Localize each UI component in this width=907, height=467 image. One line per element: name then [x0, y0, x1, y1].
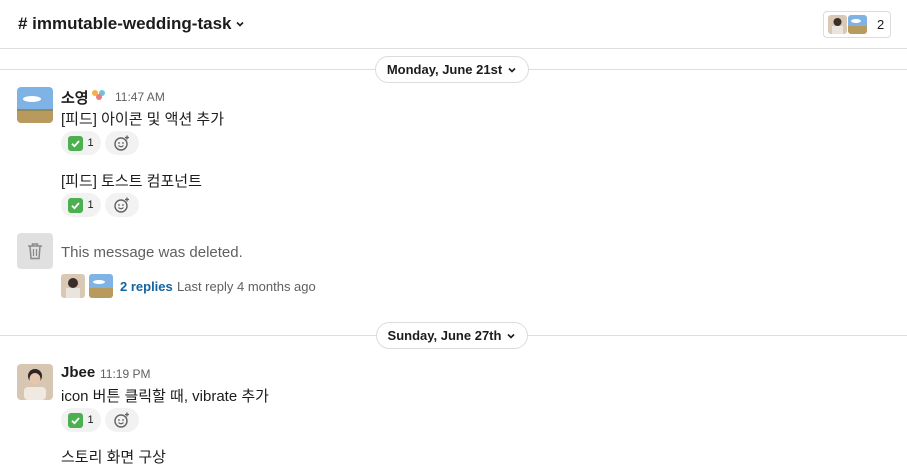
channel-name: # immutable-wedding-task	[18, 14, 232, 33]
day-divider-button[interactable]: Monday, June 21st	[375, 56, 529, 83]
status-emoji-icon	[92, 90, 105, 100]
check-mark-icon	[68, 197, 84, 213]
member-count: 2	[877, 17, 885, 32]
channel-name-button[interactable]: # immutable-wedding-task	[18, 14, 245, 34]
reaction-button[interactable]: 1	[61, 408, 101, 432]
message-text: icon 버튼 클릭할 때, vibrate 추가	[61, 388, 269, 405]
message-text: [피드] 토스트 컴포넌트	[61, 173, 202, 190]
avatar[interactable]	[17, 87, 53, 123]
reaction-button[interactable]: 1	[61, 131, 101, 155]
chevron-down-icon	[508, 67, 516, 73]
add-reaction-button[interactable]	[105, 131, 139, 155]
last-reply-text: Last reply 4 months ago	[177, 279, 316, 294]
message-text: 스토리 화면 구상	[61, 449, 166, 466]
member-list-button[interactable]: 2	[823, 11, 891, 38]
day-divider-label: Monday, June 21st	[386, 62, 503, 77]
trash-icon	[28, 243, 42, 260]
add-reaction-button[interactable]	[105, 193, 139, 217]
add-emoji-icon	[114, 197, 129, 213]
sender-name[interactable]: 소영	[61, 87, 89, 108]
check-mark-icon	[68, 412, 84, 428]
reply-avatar[interactable]	[89, 274, 113, 298]
timestamp[interactable]: 11:19 PM	[100, 367, 150, 381]
reply-avatar[interactable]	[61, 274, 85, 298]
reaction-count: 1	[87, 137, 94, 149]
deleted-message-placeholder	[17, 233, 53, 269]
deleted-message-text: This message was deleted.	[61, 244, 243, 261]
avatar[interactable]	[17, 364, 53, 400]
day-divider-button[interactable]: Sunday, June 27th	[376, 322, 528, 349]
reaction-button[interactable]: 1	[61, 193, 101, 217]
add-emoji-icon	[114, 412, 129, 428]
member-avatar	[828, 15, 847, 34]
check-mark-icon	[68, 135, 84, 151]
member-avatar	[848, 15, 867, 34]
reaction-count: 1	[87, 414, 94, 426]
day-divider-label: Sunday, June 27th	[387, 328, 502, 343]
add-emoji-icon	[114, 135, 129, 151]
chevron-down-icon	[507, 333, 516, 339]
timestamp[interactable]: 11:47 AM	[115, 90, 165, 104]
chevron-down-icon	[236, 21, 245, 27]
sender-name[interactable]: Jbee	[61, 364, 95, 381]
thread-replies-link[interactable]: 2 replies	[120, 279, 173, 294]
channel-header: # immutable-wedding-task 2	[0, 0, 907, 49]
add-reaction-button[interactable]	[105, 408, 139, 432]
message-text: [피드] 아이콘 및 액션 추가	[61, 111, 225, 128]
reaction-count: 1	[87, 199, 94, 211]
